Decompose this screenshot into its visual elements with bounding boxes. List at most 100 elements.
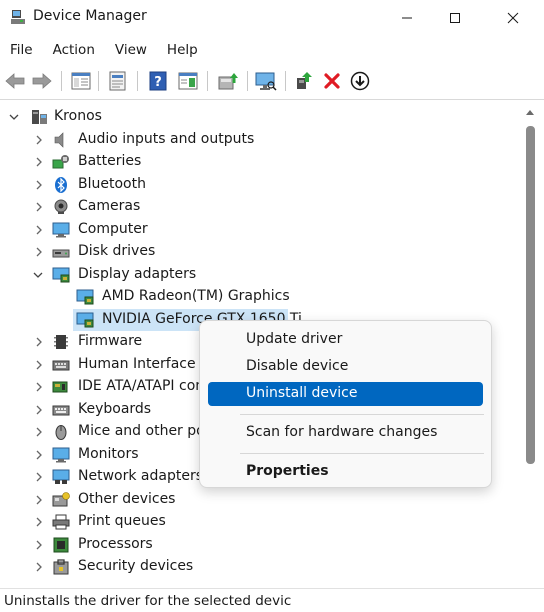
chevron-right-icon[interactable] [34, 382, 44, 392]
scrollbar-thumb[interactable] [526, 126, 535, 464]
scan-hardware-toolbar-button[interactable] [254, 69, 278, 93]
status-text: Uninstalls the driver for the selected d… [4, 593, 292, 609]
forward-arrow-icon [32, 73, 52, 89]
tree-category-label: Computer [78, 221, 148, 237]
tree-root-kronos[interactable]: Kronos [0, 106, 520, 128]
menu-item-label: Disable device [246, 358, 349, 374]
tree-category-label: Audio inputs and outputs [78, 131, 255, 147]
disable-toolbar-button[interactable] [348, 69, 372, 93]
maximize-icon [450, 13, 460, 23]
toolbar: ? [0, 66, 544, 96]
tree-category-label: Human Interface D [78, 356, 211, 372]
menu-scan-hardware[interactable]: Scan for hardware changes [208, 421, 483, 445]
chevron-right-icon[interactable] [34, 540, 44, 550]
tree-category-bluetooth[interactable]: Bluetooth [0, 174, 520, 196]
chevron-right-icon[interactable] [34, 517, 44, 527]
show-hide-tree-button[interactable] [69, 69, 93, 93]
menu-action[interactable]: Action [43, 40, 105, 64]
properties-toolbar-button[interactable] [106, 69, 130, 93]
uninstall-toolbar-button[interactable] [320, 69, 344, 93]
tree-category-label: Firmware [78, 333, 143, 349]
tree-category-label: Display adapters [78, 266, 197, 282]
ide-controller-icon [52, 381, 68, 393]
tree-category-label: IDE ATA/ATAPI cont [78, 378, 210, 394]
chevron-right-icon[interactable] [34, 450, 44, 460]
chevron-right-icon[interactable] [34, 225, 44, 235]
chevron-right-icon[interactable] [34, 472, 44, 482]
tree-category-display-adapters[interactable]: Display adapters [0, 264, 520, 286]
tree-category-label: Other devices [78, 491, 176, 507]
battery-icon [52, 155, 69, 169]
hard-disk-icon [52, 249, 70, 258]
update-driver-toolbar-button[interactable] [216, 69, 240, 93]
device-manager-app-icon [11, 10, 25, 24]
chevron-right-icon[interactable] [34, 405, 44, 415]
scan-monitor-icon [255, 72, 277, 91]
tree-category-computer[interactable]: Computer [0, 219, 520, 241]
tree-category-print-queues[interactable]: Print queues [0, 511, 520, 533]
display-adapter-icon [76, 312, 94, 328]
menu-uninstall-device[interactable]: Uninstall device [208, 382, 483, 406]
tree-category-label: Processors [78, 536, 153, 552]
chevron-right-icon[interactable] [34, 202, 44, 212]
chevron-right-icon[interactable] [34, 247, 44, 257]
chevron-right-icon[interactable] [34, 427, 44, 437]
tree-category-security-devices[interactable]: Security devices [0, 556, 520, 578]
properties-sheet-icon [109, 71, 126, 91]
tree-category-batteries[interactable]: Batteries [0, 151, 520, 173]
tree-root-label: Kronos [54, 108, 102, 124]
menu-disable-device[interactable]: Disable device [208, 355, 483, 379]
update-driver-icon [218, 73, 238, 90]
network-adapter-icon [52, 469, 70, 484]
chevron-down-icon[interactable] [9, 112, 19, 122]
tree-category-disk-drives[interactable]: Disk drives [0, 241, 520, 263]
toolbar-separator [61, 71, 62, 91]
chevron-right-icon[interactable] [34, 157, 44, 167]
minimize-button[interactable] [384, 0, 430, 36]
webcam-icon [54, 199, 68, 214]
status-bar: Uninstalls the driver for the selected d… [0, 588, 544, 612]
tree-category-label: Security devices [78, 558, 194, 574]
menu-update-driver[interactable]: Update driver [208, 328, 483, 352]
tree-category-cameras[interactable]: Cameras [0, 196, 520, 218]
chevron-down-icon[interactable] [33, 270, 43, 280]
chevron-right-icon[interactable] [34, 495, 44, 505]
tree-device-label: AMD Radeon(TM) Graphics [102, 288, 290, 304]
chevron-right-icon[interactable] [34, 360, 44, 370]
add-driver-toolbar-button[interactable] [292, 69, 316, 93]
forward-button[interactable] [30, 69, 54, 93]
hid-keyboard-icon [52, 360, 70, 371]
action-pane-icon [178, 72, 198, 90]
close-button[interactable] [490, 0, 536, 36]
help-toolbar-button[interactable]: ? [146, 69, 170, 93]
menu-properties[interactable]: Properties [208, 460, 483, 484]
tree-category-label: Batteries [78, 153, 142, 169]
action-pane-button[interactable] [176, 69, 200, 93]
speaker-icon [54, 132, 64, 148]
maximize-button[interactable] [432, 0, 478, 36]
minimize-icon [402, 17, 412, 19]
tree-category-label: Keyboards [78, 401, 152, 417]
tree-category-label: Cameras [78, 198, 141, 214]
menu-help[interactable]: Help [157, 40, 208, 64]
tree-category-processors[interactable]: Processors [0, 534, 520, 556]
chevron-right-icon[interactable] [34, 562, 44, 572]
tree-category-other-devices[interactable]: Other devices [0, 489, 520, 511]
tree-category-label: Bluetooth [78, 176, 146, 192]
back-button[interactable] [3, 69, 27, 93]
vertical-scrollbar[interactable] [523, 100, 537, 588]
chevron-right-icon[interactable] [34, 337, 44, 347]
tree-device-amd-radeon[interactable]: AMD Radeon(TM) Graphics [0, 286, 520, 308]
chevron-right-icon[interactable] [34, 180, 44, 190]
window-title: Device Manager [33, 8, 147, 24]
svg-text:?: ? [154, 75, 162, 90]
monitor-icon [52, 447, 70, 463]
menu-file[interactable]: File [0, 40, 43, 64]
scroll-up-arrow-icon[interactable] [525, 108, 535, 118]
toolbar-separator [137, 71, 138, 91]
menu-view[interactable]: View [105, 40, 157, 64]
chevron-right-icon[interactable] [34, 135, 44, 145]
toolbar-separator [207, 71, 208, 91]
console-tree-icon [71, 72, 91, 90]
tree-category-audio[interactable]: Audio inputs and outputs [0, 129, 520, 151]
